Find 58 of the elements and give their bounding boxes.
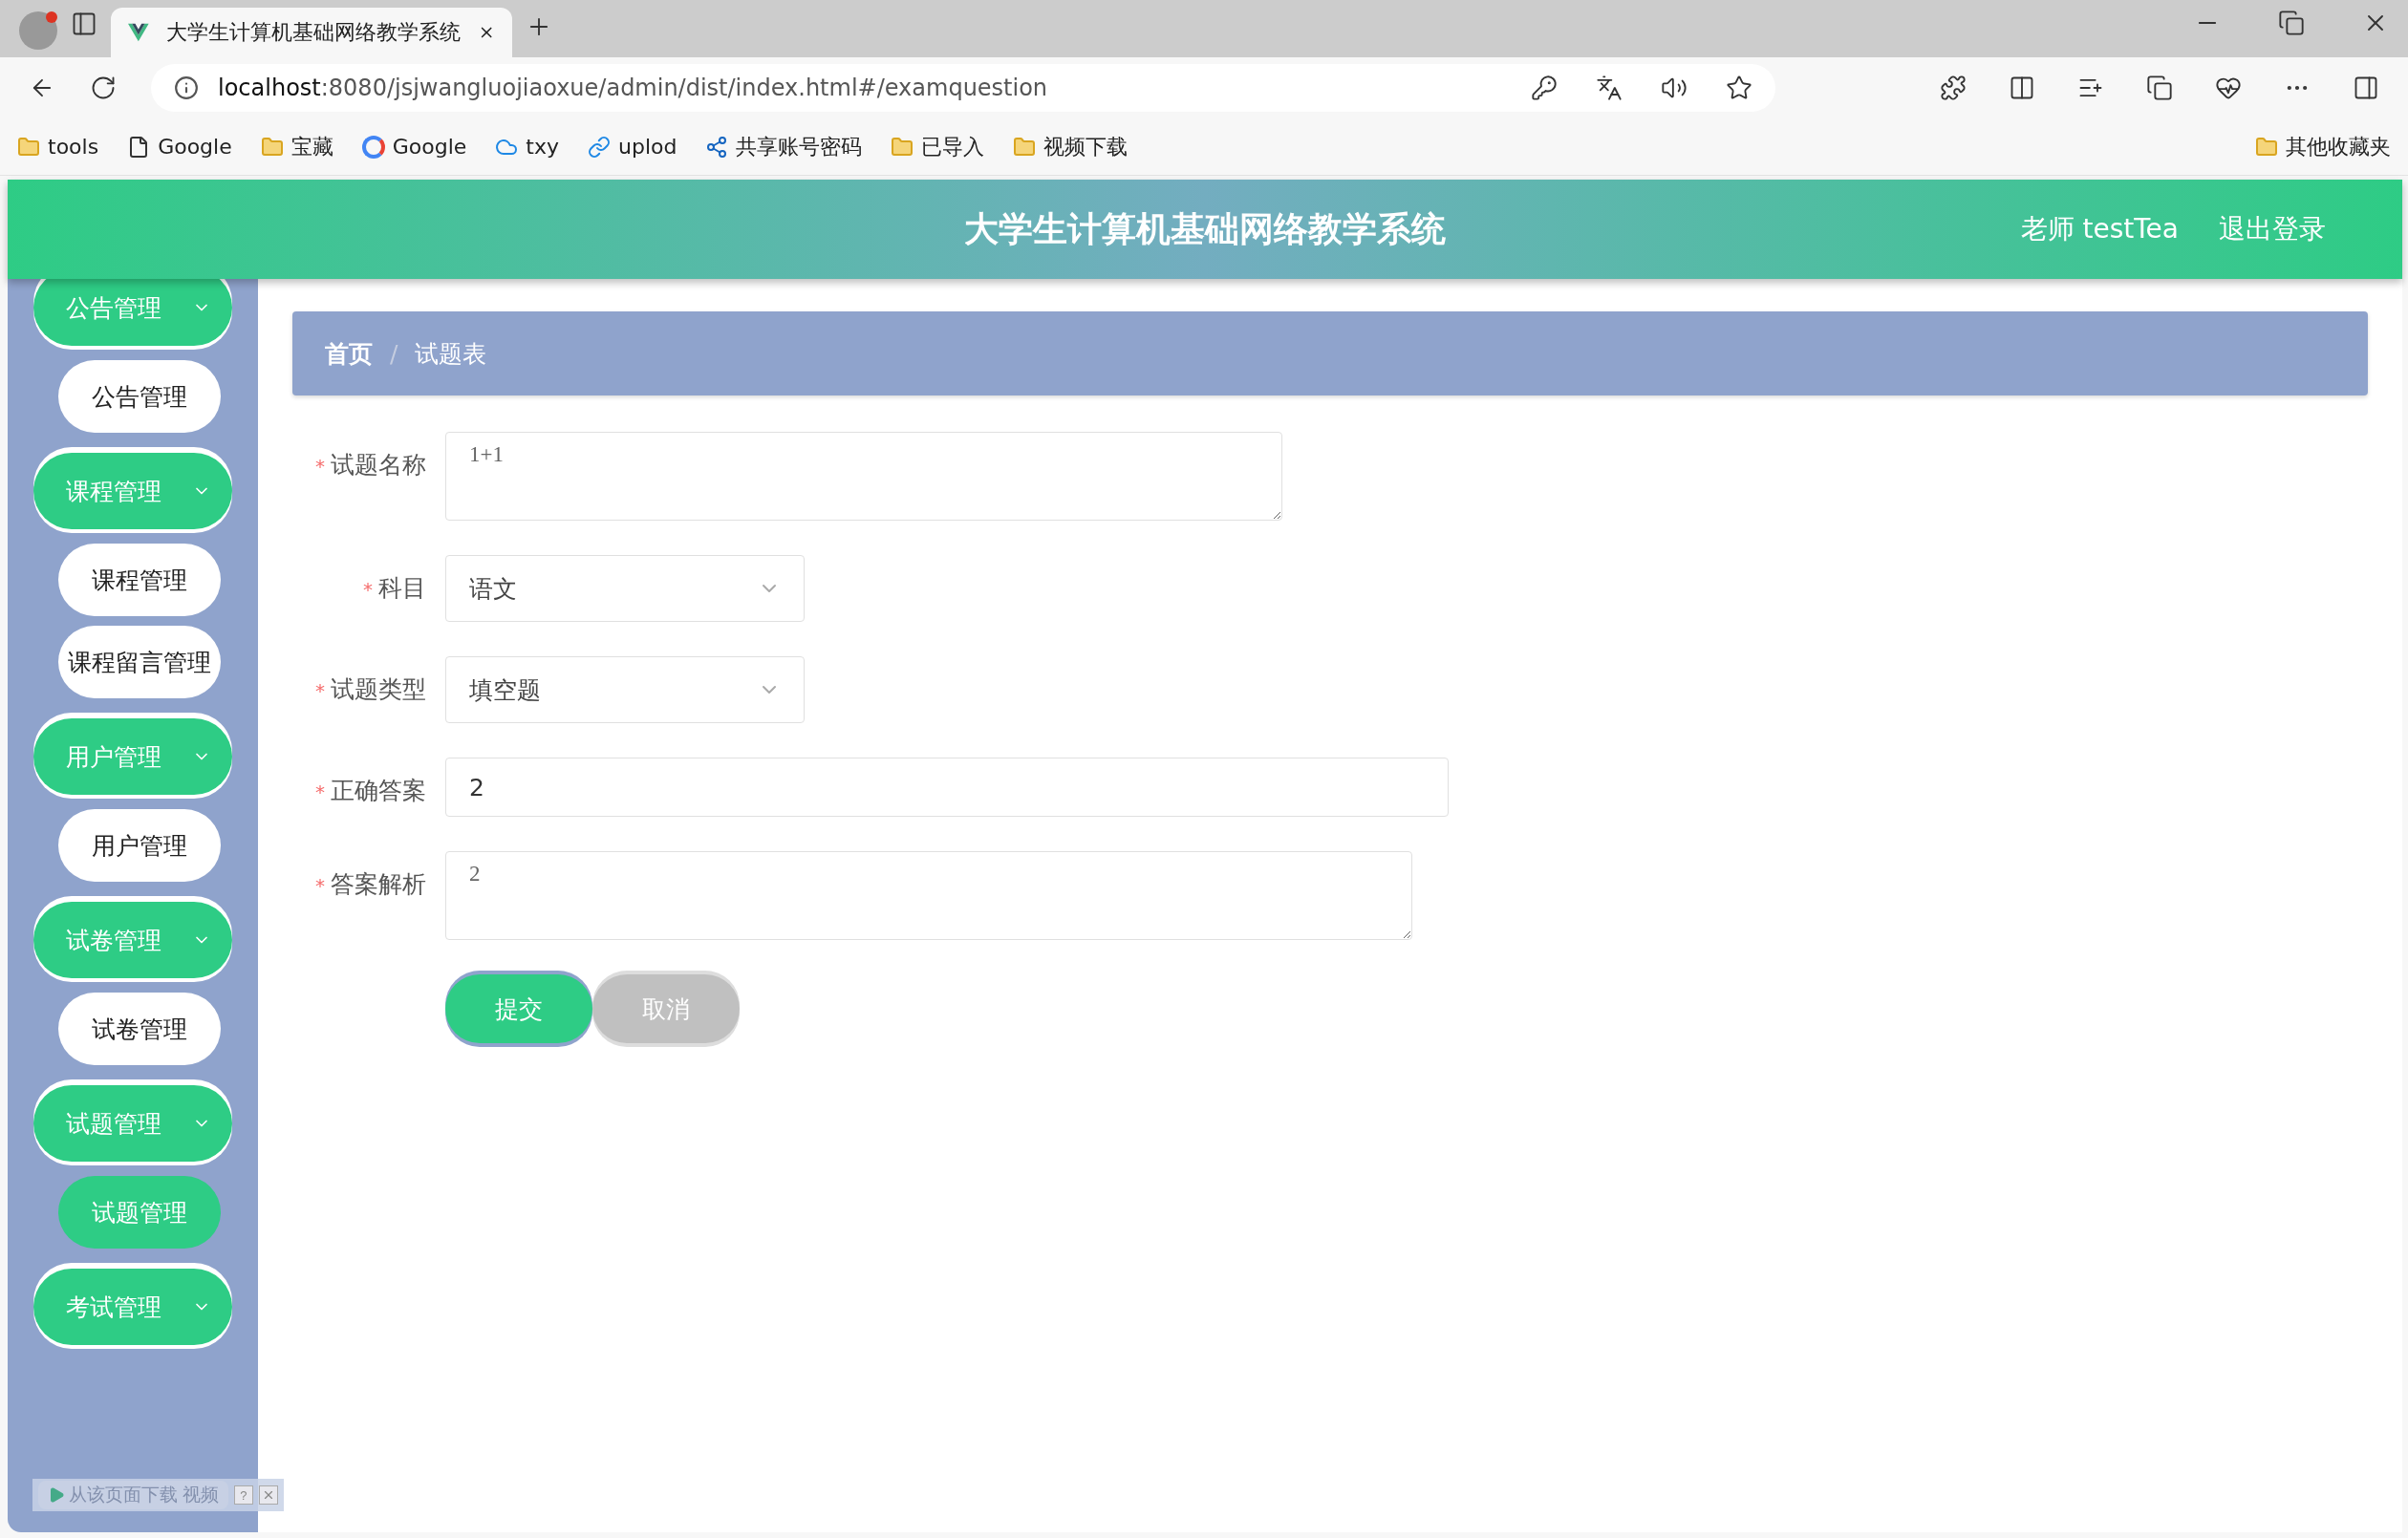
required-mark: * [315, 874, 325, 897]
bookmark[interactable]: Google [361, 135, 467, 159]
bookmark[interactable]: tools [17, 135, 99, 159]
required-mark: * [315, 780, 325, 803]
favorite-star-icon[interactable] [1726, 75, 1752, 101]
play-icon [48, 1486, 65, 1504]
field-label: * 试题类型 [314, 674, 427, 705]
bookmark[interactable]: 共享账号密码 [705, 132, 863, 161]
extensions-icon[interactable] [1940, 75, 1967, 101]
folder-icon [260, 135, 284, 159]
app-title: 大学生计算机基础网络教学系统 [964, 207, 1446, 250]
vue-logo-icon [128, 22, 149, 43]
collections-icon[interactable] [2146, 75, 2173, 101]
tab-sidebar-icon[interactable] [71, 11, 97, 37]
required-mark: * [363, 578, 373, 601]
sidebar-icon[interactable] [2353, 75, 2379, 101]
text-area[interactable]: 2 [445, 851, 1412, 940]
reload-icon[interactable] [90, 75, 117, 101]
bookmark[interactable]: 已导入 [891, 132, 985, 161]
link-icon [588, 135, 611, 159]
field-label: * 正确答案 [314, 776, 427, 806]
bookmark[interactable]: uplod [588, 135, 677, 159]
field-label: * 答案解析 [314, 869, 427, 900]
select-field[interactable]: 语文 [445, 555, 805, 622]
bookmark[interactable]: 其他收藏夹 [2255, 132, 2391, 161]
required-mark: * [315, 455, 325, 478]
close-button[interactable] [258, 1485, 278, 1505]
bookmark[interactable]: 宝藏 [260, 132, 333, 161]
share-icon [705, 135, 729, 159]
profile-avatar[interactable] [19, 11, 57, 50]
browser-tab[interactable]: 大学生计算机基础网络教学系统 [111, 8, 512, 57]
menu-item[interactable]: 课程留言管理 [58, 626, 221, 698]
bookmark[interactable]: Google [127, 135, 232, 159]
menu-item[interactable]: 试卷管理 [58, 993, 221, 1065]
field-label: * 科目 [362, 573, 427, 604]
folder-icon [2255, 135, 2278, 159]
menu-item[interactable]: 公告管理 [58, 360, 221, 433]
folder-icon [1013, 135, 1037, 159]
folder-icon [891, 135, 914, 159]
menu-item[interactable]: 用户管理 [58, 809, 221, 882]
breadcrumb-item: 试题表 [415, 338, 487, 370]
split-screen-icon[interactable] [2009, 75, 2035, 101]
required-mark: * [315, 679, 325, 702]
key-icon[interactable] [1531, 75, 1558, 101]
text-area[interactable]: 1+1 [445, 432, 1282, 521]
address-bar[interactable]: localhost:8080/jsjwangluojiaoxue/admin/dist/index.html#/examquestion [151, 64, 1775, 112]
input-field[interactable]: 2 [445, 758, 1449, 817]
breadcrumb-separator: / [390, 339, 398, 368]
google-icon [361, 135, 385, 159]
bookmark[interactable]: 视频下载 [1013, 132, 1129, 161]
folder-icon [17, 135, 40, 159]
field-label: * 试题名称 [314, 450, 427, 481]
restore-icon[interactable] [2278, 10, 2305, 36]
menu-item[interactable]: 课程管理 [58, 544, 221, 616]
bookmark[interactable]: txy [495, 135, 559, 159]
info-icon[interactable] [174, 75, 199, 100]
translate-icon[interactable] [1596, 75, 1623, 101]
select-field[interactable]: 填空题 [445, 656, 805, 723]
